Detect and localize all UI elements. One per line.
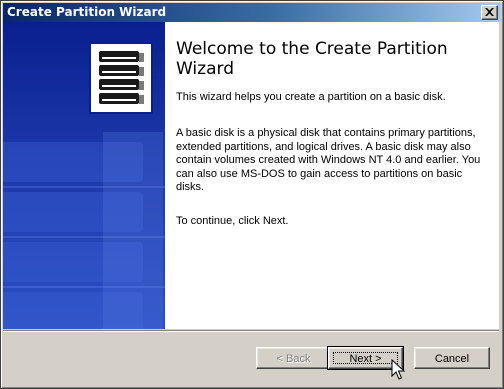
footer-divider — [3, 330, 499, 332]
wizard-sidebar-graphic — [3, 22, 165, 329]
window-title: Create Partition Wizard — [7, 5, 167, 19]
wizard-intro-text: This wizard helps you create a partition… — [176, 91, 446, 103]
wizard-heading: Welcome to the Create Partition Wizard — [176, 39, 448, 79]
wizard-instruction-text: To continue, click Next. — [176, 215, 289, 227]
title-bar[interactable]: Create Partition Wizard — [3, 3, 501, 22]
mouse-cursor-icon — [391, 359, 405, 380]
disk-stack-icon — [89, 42, 153, 114]
focus-rectangle — [333, 352, 398, 364]
back-button[interactable]: < Back — [256, 347, 331, 369]
wizard-content: Welcome to the Create Partition Wizard T… — [3, 22, 499, 329]
close-button[interactable] — [481, 5, 498, 20]
wizard-description-text: A basic disk is a physical disk that con… — [176, 127, 481, 193]
cancel-button[interactable]: Cancel — [414, 347, 490, 369]
close-icon — [485, 8, 494, 16]
